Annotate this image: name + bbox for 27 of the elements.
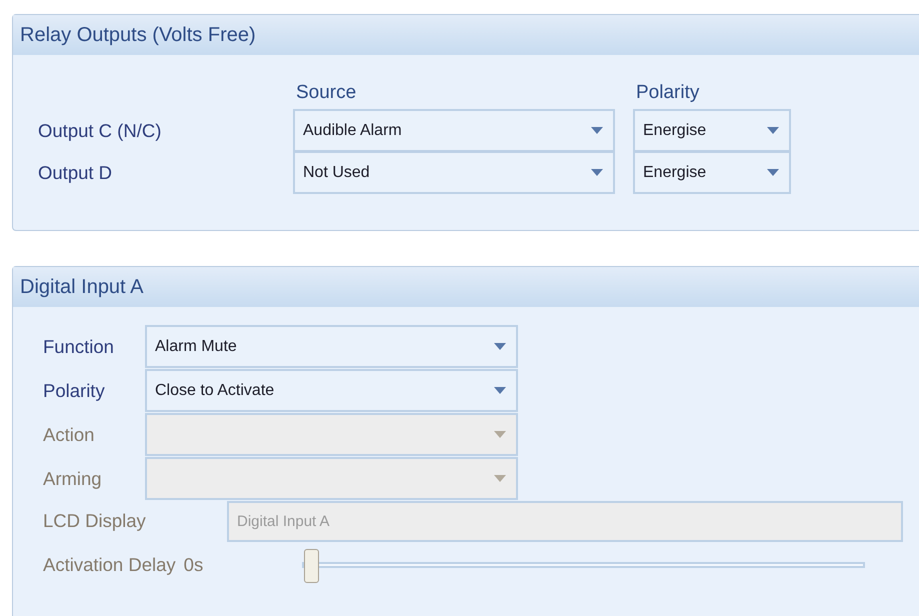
dropdown[interactable]: Energise [633,109,791,152]
slider-value: 0s [184,554,204,576]
field-label: Action [43,424,96,446]
caret-icon [494,431,506,438]
column-header: Polarity [635,82,700,105]
field-label: Activation Delay [43,554,176,576]
caret-icon [494,343,506,350]
caret-icon [767,169,779,176]
column-header: Source [295,82,358,105]
dropdown[interactable]: Energise [633,151,791,194]
dropdown[interactable]: Audible Alarm [293,109,615,152]
field-label: Polarity [43,380,106,402]
caret-icon [494,475,506,482]
caret-icon [591,169,603,176]
field-label: Arming [43,468,103,490]
caret-icon [591,127,603,134]
field-label: LCD Display [43,510,147,532]
field-label: Output C (N/C) [38,120,162,142]
dropdown[interactable]: Alarm Mute [145,325,518,368]
panel-title: Digital Input A [20,276,144,298]
caret-icon [494,387,506,394]
dropdown[interactable]: Close to Activate [145,369,518,412]
dropdown[interactable]: Not Used [293,151,615,194]
caret-icon [767,127,779,134]
field-label: Output D [38,162,114,184]
field-label: Function [43,336,115,358]
panel-title: Relay Outputs (Volts Free) [20,24,256,46]
